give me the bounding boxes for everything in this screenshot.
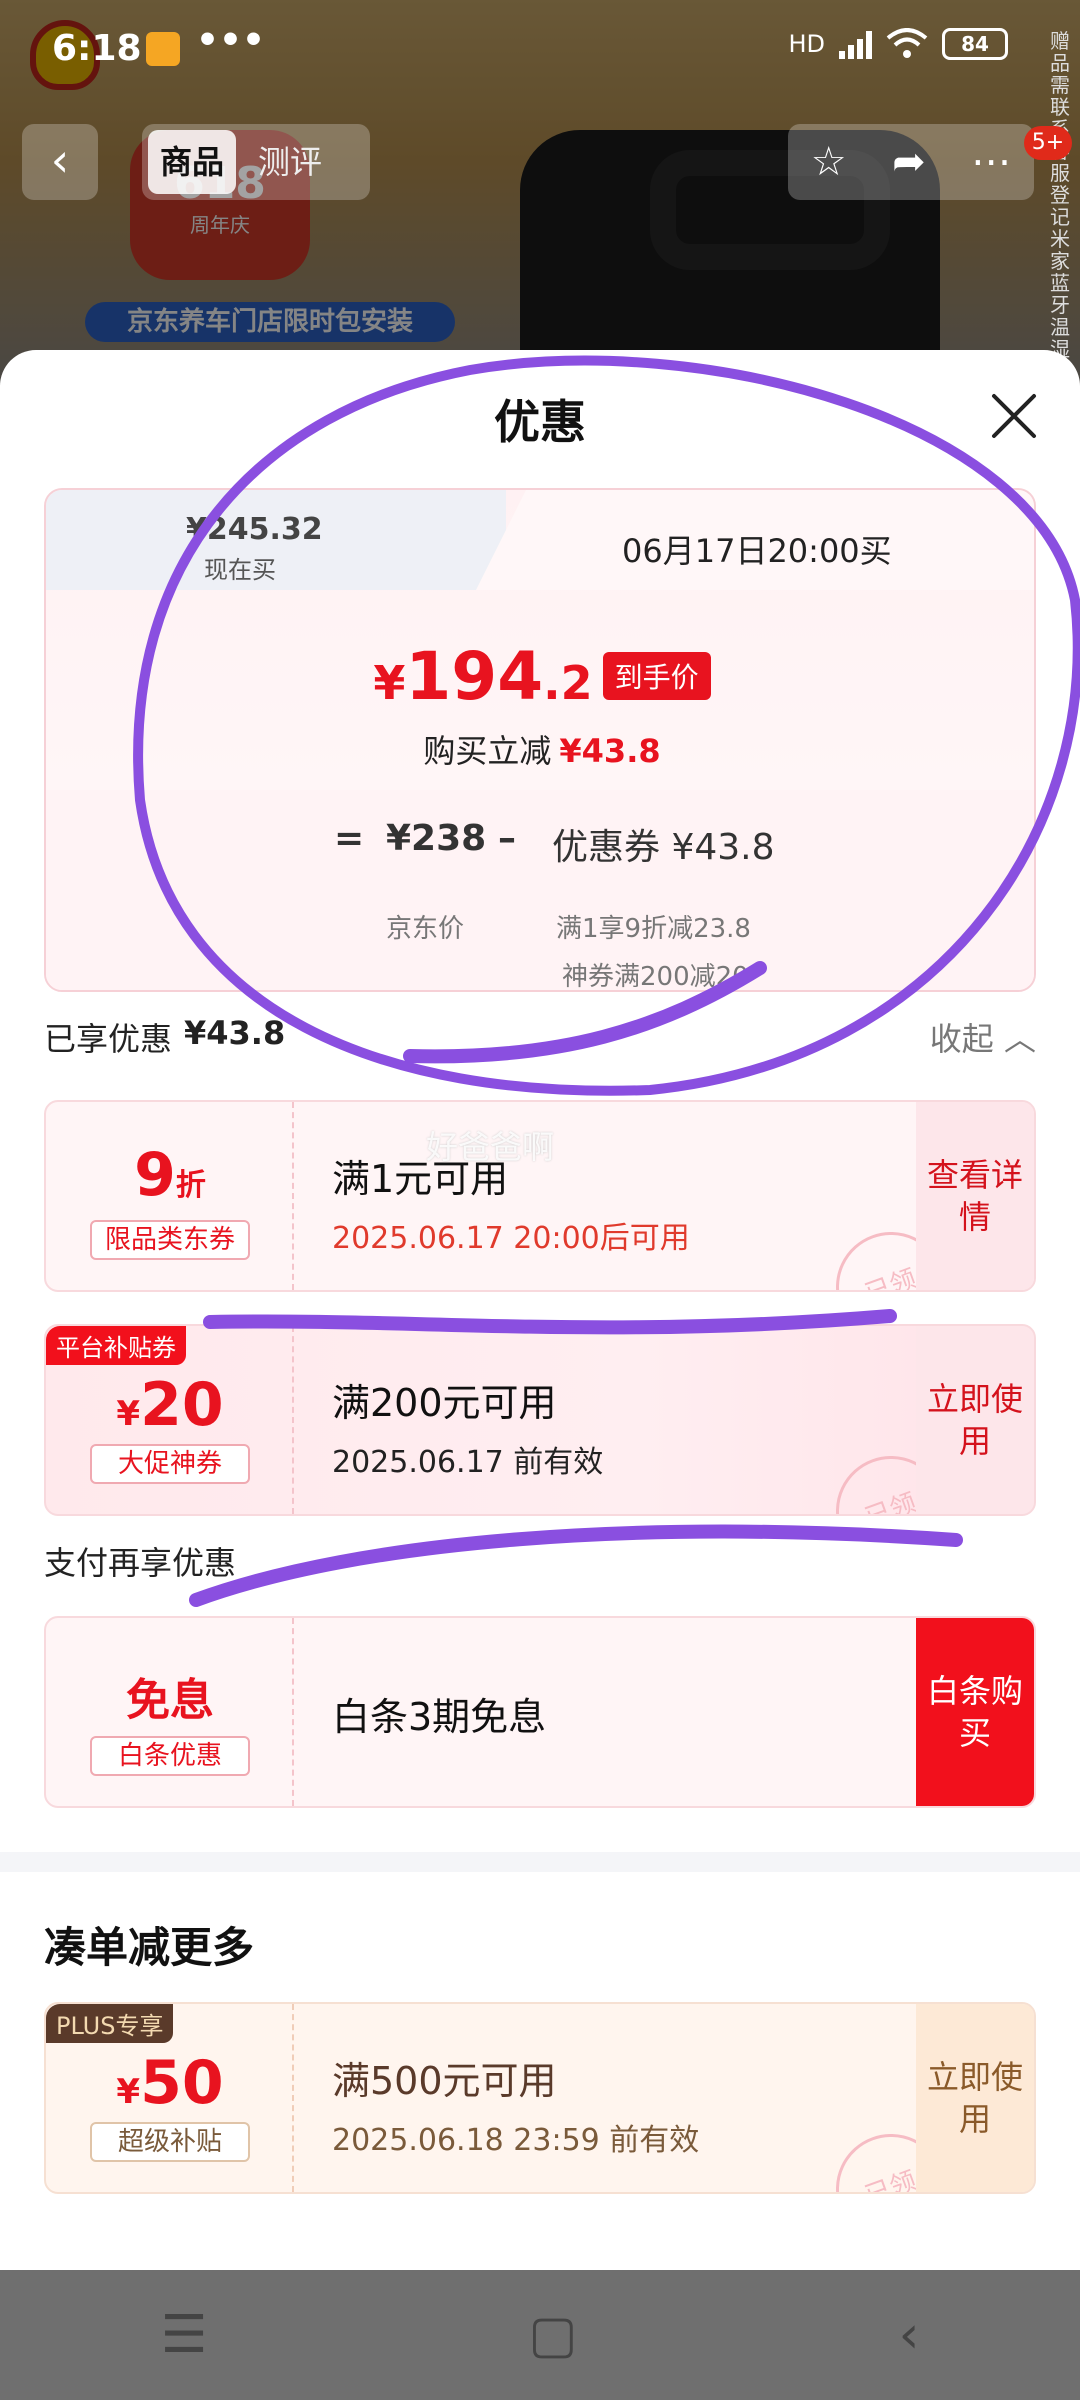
status-bar: 6:18 ••• HD 84 xyxy=(0,0,1080,96)
view-details-button[interactable]: 查看详情 xyxy=(916,1102,1034,1290)
formula-jd-price: ¥238 xyxy=(386,818,487,859)
back-button[interactable]: ‹ xyxy=(22,124,98,200)
coupon-date: 2025.06.17 前有效 xyxy=(332,1445,604,1480)
instant-cut: 购买立减 ¥43.8 xyxy=(46,726,1034,772)
top-actions: ☆ ➦ ⋯ xyxy=(788,124,1034,200)
formula-equals: = xyxy=(334,818,365,859)
coupon-yen: ¥ xyxy=(116,2072,141,2112)
more-notifications-icon: ••• xyxy=(196,20,266,61)
coupon-tag: 限品类东券 xyxy=(90,1220,250,1260)
battery-icon: 84 xyxy=(942,28,1008,60)
final-price: ¥194.2 到手价 xyxy=(46,638,1034,715)
tab-product[interactable]: 商品 xyxy=(148,130,237,194)
tab-review[interactable]: 测评 xyxy=(246,130,334,194)
status-indicators: HD 84 xyxy=(788,28,1008,60)
coupon-condition: 满500元可用 xyxy=(332,2059,557,2103)
section-divider xyxy=(0,1852,1080,1872)
formula-coupon-detail-2: 神券满200减20 xyxy=(562,962,749,992)
coupon-unit: 折 xyxy=(175,1168,206,1203)
message-count-badge: 5+ xyxy=(1024,126,1072,160)
coupon-tag: 超级补贴 xyxy=(90,2122,250,2162)
coupon-tag: 大促神券 xyxy=(90,1444,250,1484)
app-notification-icon xyxy=(146,32,180,66)
home-icon[interactable]: ▢ xyxy=(528,2305,577,2365)
price-formula: = ¥238 – 优惠券 ¥43.8 京东价 满1享9折减23.8 神券满200… xyxy=(46,790,1034,992)
formula-minus: – xyxy=(498,818,516,859)
sheet-title: 优惠 xyxy=(494,395,586,449)
use-now-button[interactable]: 立即使用 xyxy=(916,1326,1034,1514)
coupon-date: 2025.06.18 23:59 前有效 xyxy=(332,2123,700,2158)
wifi-icon xyxy=(886,28,928,58)
coupon-value: 50 xyxy=(140,2048,224,2118)
platform-subsidy-flag: 平台补贴券 xyxy=(46,1326,186,1365)
product-tabs: 商品 测评 xyxy=(142,124,370,200)
baitiao-buy-button[interactable]: 白条购买 xyxy=(916,1618,1034,1806)
enjoyed-label: 已享优惠 xyxy=(44,1020,173,1058)
coupon-card-platform: ¥20 大促神券 平台补贴券 满200元可用 2025.06.17 前有效 已领… xyxy=(44,1324,1036,1516)
watermark-text: 好爸爸啊 xyxy=(426,1128,555,1166)
tab-buy-now[interactable]: ¥245.32 现在买 xyxy=(46,490,506,590)
plus-exclusive-flag: PLUS专享 xyxy=(46,2004,174,2043)
baitiao-value: 免息 xyxy=(126,1675,214,1726)
back-nav-icon[interactable]: ‹ xyxy=(899,2305,920,2365)
now-label: 现在买 xyxy=(204,556,276,584)
enjoyed-amount: ¥43.8 xyxy=(184,1014,286,1052)
coupon-value: 9 xyxy=(134,1140,176,1210)
signal-icon xyxy=(839,29,872,59)
favorite-star-icon[interactable]: ☆ xyxy=(811,139,847,185)
baitiao-tag: 白条优惠 xyxy=(90,1736,250,1776)
final-price-decimal: .2 xyxy=(543,656,593,710)
instant-cut-label: 购买立减 xyxy=(423,732,552,770)
chevron-up-icon: ︿ xyxy=(1003,1020,1036,1058)
formula-jd-price-label: 京东价 xyxy=(386,914,465,944)
coupon-date: 2025.06.17 20:00后可用 xyxy=(332,1221,690,1256)
coupon-yen: ¥ xyxy=(116,1394,141,1434)
pay-section-title: 支付再享优惠 xyxy=(44,1544,237,1582)
close-icon[interactable] xyxy=(984,386,1044,446)
coupon-condition: 满200元可用 xyxy=(332,1381,557,1425)
final-price-tag: 到手价 xyxy=(602,652,711,700)
hd-label: HD xyxy=(788,30,825,58)
share-icon[interactable]: ➦ xyxy=(892,139,926,185)
menu-icon[interactable]: ☰ xyxy=(161,2305,208,2365)
final-price-yen: ¥ xyxy=(373,656,406,710)
formula-coupon-detail-1: 满1享9折减23.8 xyxy=(556,914,751,944)
plus-use-now-button[interactable]: 立即使用 xyxy=(916,2004,1034,2192)
discount-sheet: 优惠 ¥245.32 现在买 06月17日20:00买 ¥194.2 到手价 购买… xyxy=(0,350,1080,2270)
coupon-value: 20 xyxy=(140,1370,224,1440)
now-price: ¥245.32 xyxy=(186,512,323,547)
baitiao-card: 免息 白条优惠 白条3期免息 白条购买 xyxy=(44,1616,1036,1808)
plus-coupon-card: ¥50 超级补贴 PLUS专享 满500元可用 2025.06.18 23:59… xyxy=(44,2002,1036,2194)
status-time: 6:18 xyxy=(52,28,142,69)
more-icon[interactable]: ⋯ xyxy=(971,139,1011,185)
price-compare-card: ¥245.32 现在买 06月17日20:00买 ¥194.2 到手价 购买立减 ¥… xyxy=(44,488,1036,992)
collapse-label: 收起 xyxy=(929,1020,994,1058)
coupon-card-discount: 9折 限品类东券 满1元可用 2025.06.17 20:00后可用 好爸爸啊 … xyxy=(44,1100,1036,1292)
future-time-label: 06月17日20:00买 xyxy=(622,532,892,570)
formula-coupon: 优惠券 ¥43.8 xyxy=(552,827,775,868)
baitiao-condition: 白条3期免息 xyxy=(332,1695,547,1739)
final-price-integer: 194 xyxy=(405,638,544,715)
system-navigation-bar: ☰ ▢ ‹ xyxy=(0,2270,1080,2400)
more-section-title: 凑单减更多 xyxy=(44,1923,255,1972)
collapse-toggle[interactable]: 收起 ︿ xyxy=(930,1014,1036,1060)
instant-cut-value: ¥43.8 xyxy=(559,732,661,770)
